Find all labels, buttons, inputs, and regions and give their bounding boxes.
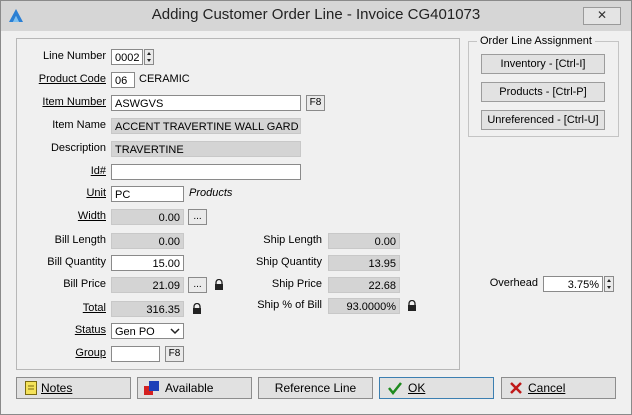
notes-button[interactable]: Notes (16, 377, 131, 399)
overhead-field[interactable]: 3.75% (543, 276, 603, 292)
chevron-down-icon[interactable] (170, 326, 180, 336)
width-label: Width (77, 210, 106, 222)
product-code-field[interactable]: 06 (111, 72, 135, 88)
bill-price-field: 21.09 (111, 277, 184, 293)
close-button[interactable]: ✕ (583, 7, 621, 25)
title-bar: Adding Customer Order Line - Invoice CG4… (1, 1, 631, 31)
unreferenced-button[interactable]: Unreferenced - [Ctrl-U] (481, 110, 605, 130)
cancel-button[interactable]: Cancel (501, 377, 616, 399)
status-selected-value: Gen PO (115, 326, 155, 338)
status-label: Status (74, 324, 106, 336)
description-label: Description (50, 142, 106, 154)
ship-quantity-label: Ship Quantity (255, 256, 322, 268)
item-name-label: Item Name (52, 119, 106, 131)
ship-pct-bill-label: Ship % of Bill (257, 299, 322, 311)
total-lock-icon[interactable] (191, 303, 203, 315)
dialog-window: Adding Customer Order Line - Invoice CG4… (0, 0, 632, 415)
unit-label: Unit (86, 187, 106, 199)
ship-length-field: 0.00 (328, 233, 400, 249)
width-field: 0.00 (111, 209, 184, 225)
product-code-label: Product Code (38, 73, 106, 85)
window-title: Adding Customer Order Line - Invoice CG4… (151, 6, 481, 23)
reference-line-button[interactable]: Reference Line (258, 377, 373, 399)
unit-note: Products (189, 187, 233, 199)
description-field: TRAVERTINE (111, 141, 301, 157)
item-number-field[interactable]: ASWGVS (111, 95, 301, 111)
cancel-button-label: Cancel (528, 381, 566, 395)
ship-length-label: Ship Length (217, 234, 322, 246)
total-label: Total (82, 302, 106, 314)
line-number-label: Line Number (43, 50, 106, 62)
ship-pct-bill-field: 93.0000% (328, 298, 400, 314)
group-lookup-button[interactable]: F8 (165, 346, 184, 362)
inventory-button[interactable]: Inventory - [Ctrl-I] (481, 54, 605, 74)
cancel-x-icon (510, 382, 522, 394)
line-number-spinner[interactable] (144, 49, 154, 65)
bill-quantity-field[interactable]: 15.00 (111, 255, 184, 271)
products-button[interactable]: Products - [Ctrl-P] (481, 82, 605, 102)
bill-price-label: Bill Price (63, 278, 106, 290)
group-label: Group (75, 347, 106, 359)
checkmark-icon (388, 382, 402, 395)
line-number-field[interactable]: 0002 (111, 49, 143, 65)
available-button[interactable]: Available (137, 377, 252, 399)
bill-length-label: Bill Length (54, 234, 106, 246)
ok-button-label: OK (408, 381, 426, 395)
overhead-spinner[interactable] (604, 276, 614, 292)
ship-price-field: 22.68 (328, 277, 400, 293)
total-field: 316.35 (111, 301, 184, 317)
ship-length-label-text: Ship Length (263, 234, 322, 246)
ship-pct-lock-icon[interactable] (406, 300, 418, 312)
order-line-assignment-group: Order Line Assignment Inventory - [Ctrl-… (468, 35, 619, 137)
overhead-label: Overhead (489, 277, 538, 289)
id-label: Id# (90, 165, 106, 177)
item-name-field: ACCENT TRAVERTINE WALL GARD (111, 118, 301, 134)
bill-price-ellipsis-button[interactable]: ... (188, 277, 207, 293)
available-icon (144, 381, 159, 395)
order-line-panel: Line Number 0002 Product Code 06 CERAMIC… (16, 38, 460, 370)
width-ellipsis-button[interactable]: ... (188, 209, 207, 225)
available-button-label: Available (165, 381, 214, 395)
ok-button[interactable]: OK (379, 377, 494, 399)
notes-icon (25, 381, 37, 395)
notes-button-label: Notes (41, 381, 73, 395)
bill-length-field: 0.00 (111, 233, 184, 249)
group-field[interactable] (111, 346, 160, 362)
bill-quantity-label: Bill Quantity (47, 256, 106, 268)
item-number-label: Item Number (42, 96, 106, 108)
unit-field[interactable]: PC (111, 186, 184, 202)
id-field[interactable] (111, 164, 301, 180)
ship-quantity-field: 13.95 (328, 255, 400, 271)
product-code-description: CERAMIC (139, 73, 190, 85)
ship-price-label: Ship Price (271, 278, 322, 290)
order-line-assignment-title: Order Line Assignment (477, 35, 595, 47)
item-number-lookup-button[interactable]: F8 (306, 95, 325, 111)
